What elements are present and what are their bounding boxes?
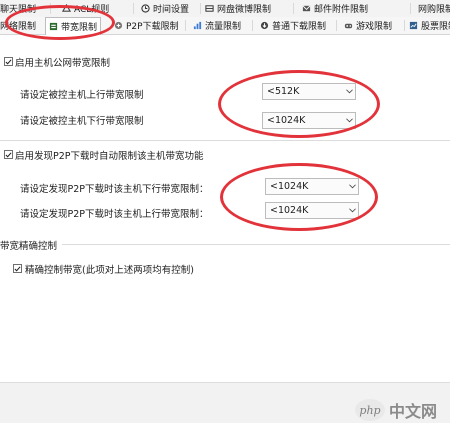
precise-control-checkbox[interactable]: [13, 264, 22, 273]
tab-stock-limit[interactable]: 股票限制: [409, 18, 450, 33]
tab-time-settings[interactable]: 时间设置: [141, 1, 189, 16]
download-limit-label: 请设定被控主机下行带宽限制: [20, 116, 144, 127]
tab-netdisk-weibo[interactable]: 网盘微博限制: [205, 1, 271, 16]
tab-normal-download-limit[interactable]: 普通下载限制: [260, 18, 326, 33]
mail-icon: [302, 4, 311, 13]
enable-public-bandwidth-label: 启用主机公网带宽限制: [15, 58, 111, 69]
enable-p2p-auto-limit-checkbox[interactable]: [4, 150, 13, 159]
checkmark-icon: [5, 151, 12, 158]
tab-mail-attachment[interactable]: 邮件附件限制: [302, 1, 368, 16]
traffic-icon: [193, 21, 202, 30]
clock-icon: [141, 4, 150, 13]
annotation-circle-bandwidth: [218, 70, 380, 138]
divider: [0, 140, 450, 141]
checkmark-icon: [14, 265, 21, 272]
watermark-text: 中文网: [389, 402, 438, 421]
annotation-circle-tab: [5, 5, 115, 40]
download-icon: [260, 21, 269, 30]
annotation-circle-p2p: [220, 163, 378, 231]
precise-control-heading: 带宽精确控制: [0, 241, 58, 252]
p2p-download-limit-label: 请设定发现P2P下载时该主机下行带宽限制：: [20, 184, 209, 195]
tab-game-limit[interactable]: 游戏限制: [344, 18, 392, 33]
watermark: php 中文网: [355, 398, 437, 422]
checkmark-icon: [5, 58, 12, 65]
p2p-icon: [114, 21, 123, 30]
p2p-upload-limit-label: 请设定发现P2P下载时该主机上行带宽限制：: [20, 209, 209, 220]
upload-limit-label: 请设定被控主机上行带宽限制: [20, 90, 144, 101]
tab-p2p-download-limit[interactable]: P2P下载限制: [114, 18, 179, 33]
enable-public-bandwidth-checkbox[interactable]: [4, 57, 13, 66]
cloud-icon: [205, 4, 214, 13]
php-logo: php: [355, 399, 385, 421]
group-divider: [62, 244, 450, 245]
enable-p2p-auto-limit-label: 启用发现P2P下载时自动限制该主机带宽功能: [15, 151, 204, 162]
precise-control-label: 精确控制带宽(此项对上述两项均有控制): [25, 265, 194, 276]
tab-shopping-limit[interactable]: 网购限制: [418, 1, 450, 16]
game-icon: [344, 21, 353, 30]
stock-icon: [409, 21, 418, 30]
tab-traffic-limit[interactable]: 流量限制: [193, 18, 241, 33]
